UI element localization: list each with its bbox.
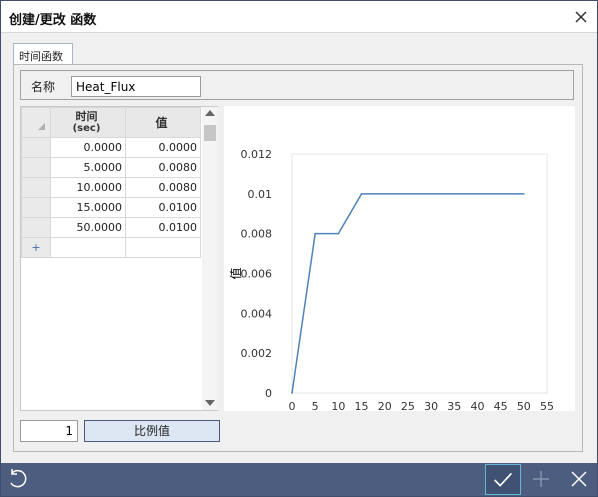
function-chart: 0 0.002 0.004 0.006 0.008 0.01 0.012 0 5 10 15 20 25… — [224, 106, 575, 441]
data-point — [291, 392, 293, 394]
plot-area — [291, 153, 548, 394]
time-cell[interactable]: 0.0000 — [50, 137, 126, 158]
tab-panel: 名称 时间(sec) 值 0.0 — [13, 64, 583, 452]
table-scrollbar[interactable] — [202, 107, 218, 410]
data-point — [523, 193, 525, 195]
data-point — [337, 232, 340, 235]
column-header-value[interactable]: 值 — [125, 107, 201, 138]
x-tick-label: 20 — [378, 400, 392, 411]
scale-input[interactable] — [20, 420, 78, 442]
reset-icon[interactable] — [3, 465, 35, 493]
x-tick-label: 55 — [540, 400, 554, 411]
scroll-thumb[interactable] — [204, 125, 216, 141]
x-tick-label: 0 — [289, 400, 296, 411]
time-cell[interactable]: 50.0000 — [50, 217, 126, 238]
scroll-down-icon[interactable] — [205, 400, 215, 406]
time-cell[interactable]: 5.0000 — [50, 157, 126, 178]
x-tick-label: 35 — [447, 400, 461, 411]
data-point — [314, 232, 316, 235]
close-icon[interactable] — [571, 7, 591, 27]
chart-svg: 0 0.002 0.004 0.006 0.008 0.01 0.012 0 5 10 15 20 25… — [228, 148, 554, 441]
time-cell[interactable]: 10.0000 — [50, 177, 126, 198]
check-icon[interactable] — [485, 464, 521, 495]
x-tick-label: 50 — [517, 400, 531, 411]
table-row[interactable]: 50.0000 0.0100 — [21, 217, 201, 238]
row-header[interactable] — [21, 157, 51, 178]
y-tick-label: 0 — [265, 387, 272, 400]
dialog-body: 时间函数 名称 时间(sec) 值 — [1, 33, 597, 463]
row-header[interactable] — [21, 197, 51, 218]
title-bar: 创建/更改 函数 — [1, 1, 597, 33]
x-tick-label: 40 — [470, 400, 484, 411]
dialog-title: 创建/更改 函数 — [9, 13, 97, 28]
name-input[interactable] — [71, 76, 201, 97]
row-header[interactable] — [21, 137, 51, 158]
function-table: 时间 (sec) 值 0.0000 0.0000 5.0000 0.0080 1… — [20, 106, 218, 411]
add-row-icon[interactable]: + — [21, 237, 51, 258]
add-row[interactable]: + — [21, 237, 201, 258]
value-cell[interactable]: 0.0000 — [125, 137, 201, 158]
y-axis-label: 值 — [228, 267, 243, 279]
new-value-cell[interactable] — [125, 237, 201, 258]
x-tick-label: 10 — [331, 400, 345, 411]
data-point — [360, 193, 363, 195]
table-row[interactable]: 0.0000 0.0000 — [21, 137, 201, 158]
tab-time-function[interactable]: 时间函数 — [13, 43, 73, 65]
x-tick-label: 15 — [355, 400, 369, 411]
table-corner[interactable] — [21, 107, 51, 138]
y-tick-label: 0.012 — [241, 148, 273, 161]
name-label: 名称 — [31, 80, 56, 94]
x-tick-label: 5 — [312, 400, 319, 411]
cancel-icon[interactable] — [563, 465, 595, 493]
table-row[interactable]: 5.0000 0.0080 — [21, 157, 201, 178]
value-cell[interactable]: 0.0100 — [125, 217, 201, 238]
create-function-dialog: 创建/更改 函数 时间函数 名称 时间(sec) — [0, 0, 598, 497]
x-tick-label: 45 — [494, 400, 508, 411]
table-row[interactable]: 15.0000 0.0100 — [21, 197, 201, 218]
table-header: 时间 (sec) 值 — [21, 107, 201, 138]
y-tick-label: 0.01 — [248, 188, 273, 201]
x-tick-label: 30 — [424, 400, 438, 411]
y-tick-label: 0.004 — [241, 307, 273, 320]
x-tick-label: 25 — [401, 400, 415, 411]
y-tick-label: 0.006 — [241, 268, 273, 281]
plus-icon[interactable] — [525, 465, 557, 493]
new-time-cell[interactable] — [50, 237, 126, 258]
name-group: 名称 — [20, 70, 574, 100]
table-row[interactable]: 10.0000 0.0080 — [21, 177, 201, 198]
row-header[interactable] — [21, 217, 51, 238]
y-tick-label: 0.008 — [241, 228, 273, 241]
scale-value-button[interactable]: 比例值 — [84, 420, 220, 442]
row-header[interactable] — [21, 177, 51, 198]
time-cell[interactable]: 15.0000 — [50, 197, 126, 218]
y-tick-label: 0.002 — [241, 347, 273, 360]
value-cell[interactable]: 0.0080 — [125, 157, 201, 178]
column-header-time[interactable]: 时间 (sec) — [50, 107, 126, 138]
footer-toolbar — [1, 463, 597, 496]
scroll-up-icon[interactable] — [205, 110, 215, 116]
value-cell[interactable]: 0.0080 — [125, 177, 201, 198]
value-cell[interactable]: 0.0100 — [125, 197, 201, 218]
